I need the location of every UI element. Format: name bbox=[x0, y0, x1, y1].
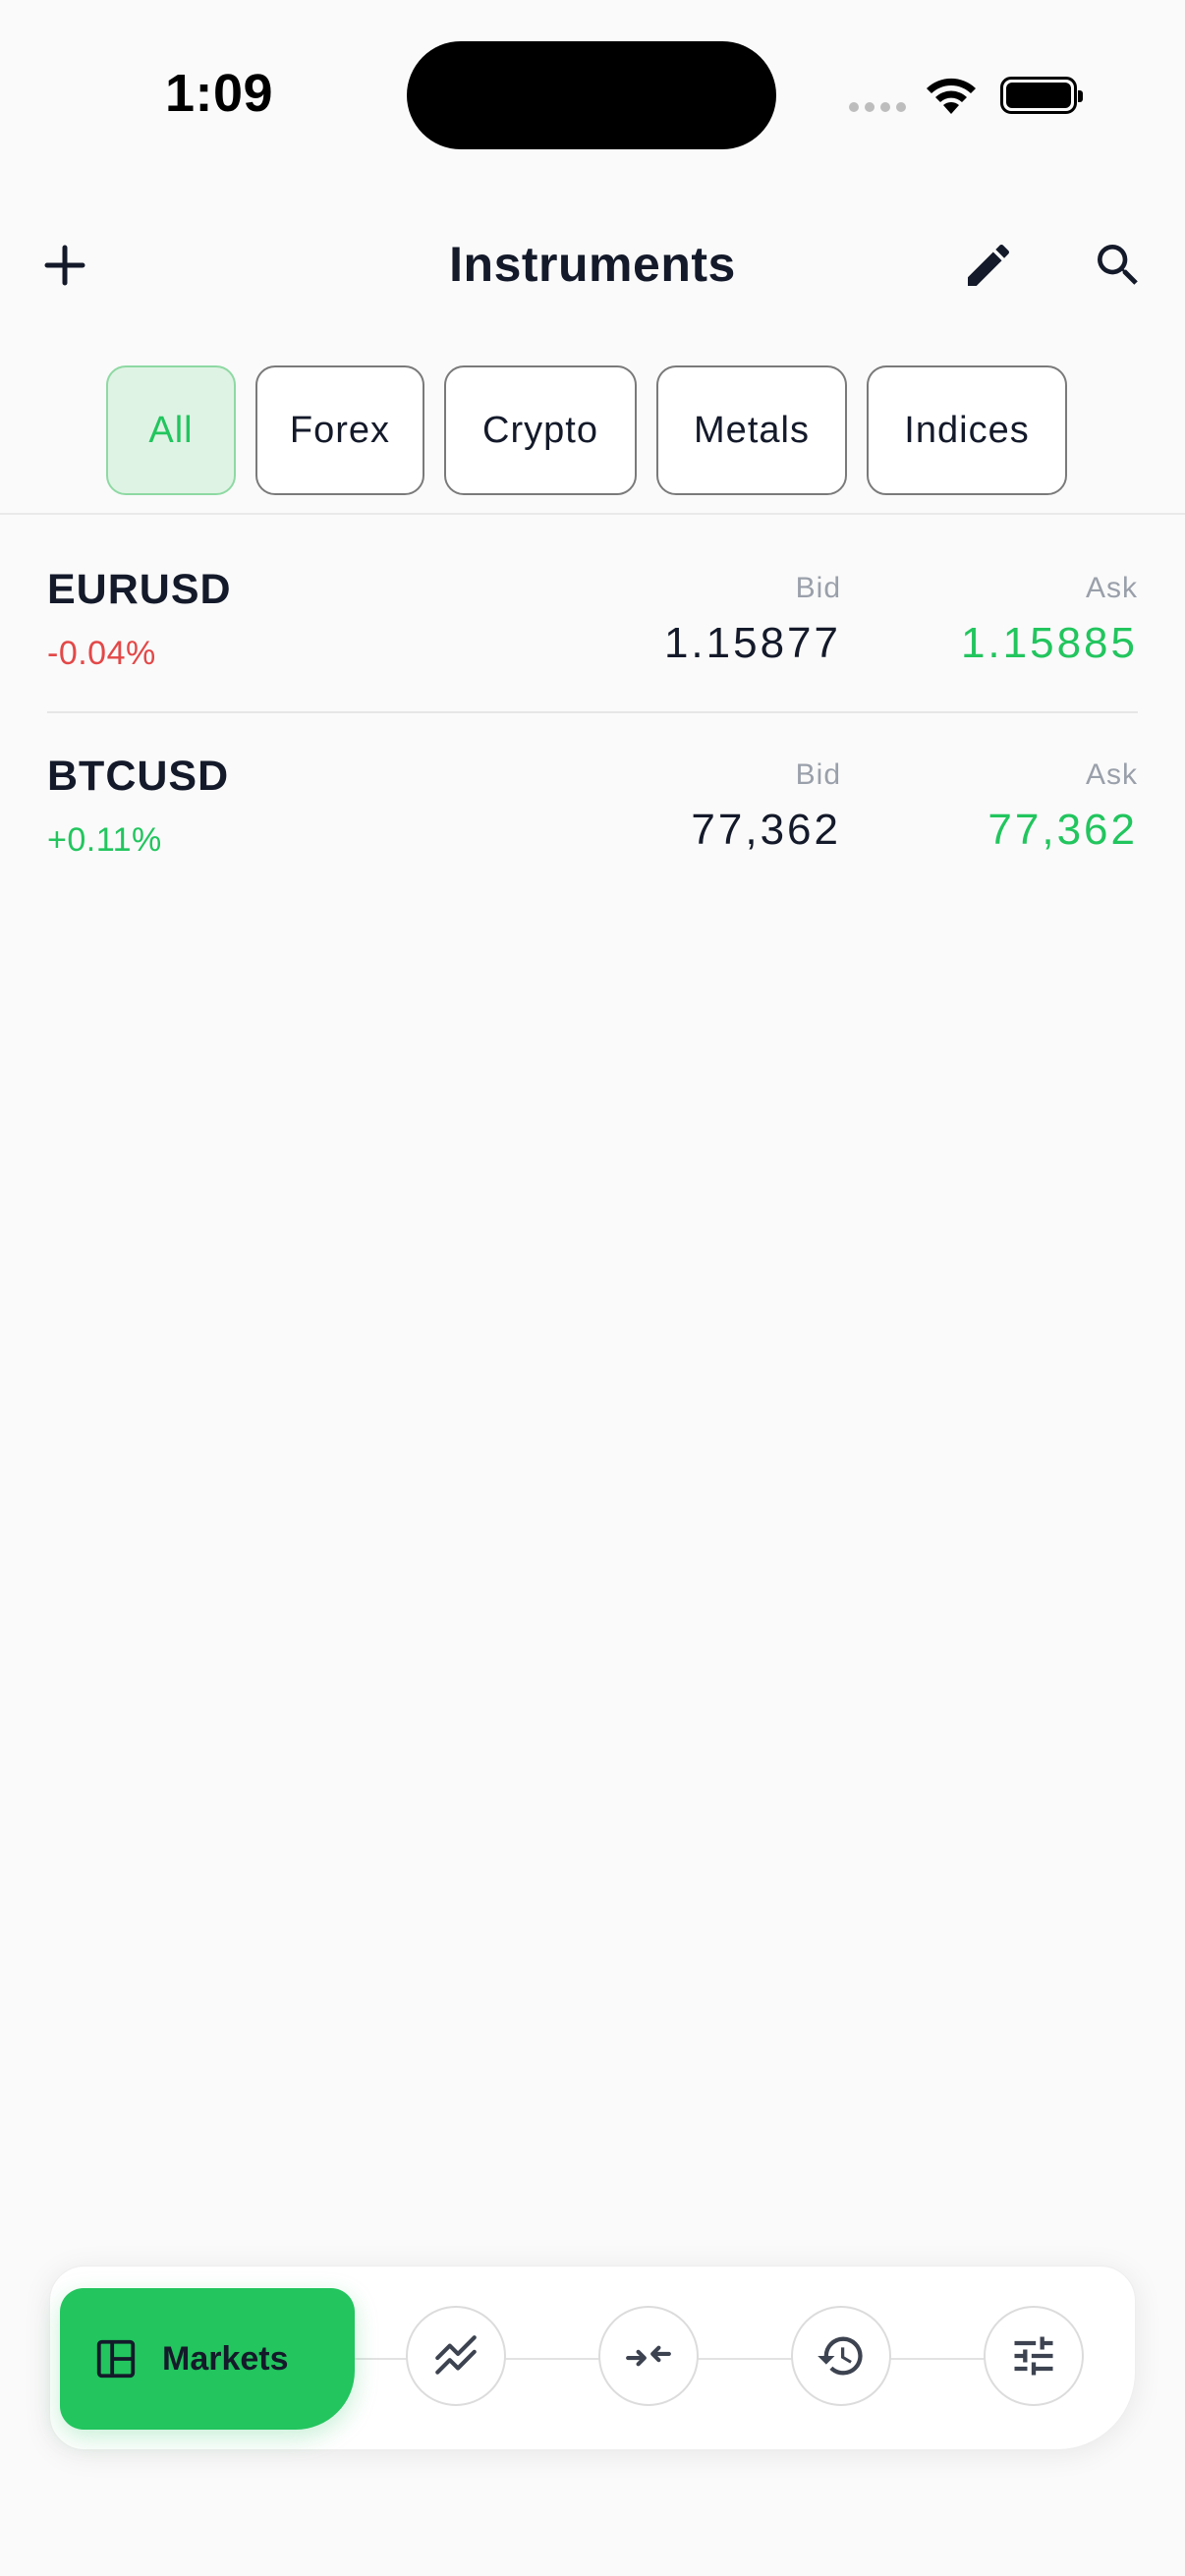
ask-label: Ask bbox=[1085, 572, 1138, 604]
instrument-change: -0.04% bbox=[47, 635, 156, 672]
ask-price: 77,362 bbox=[988, 806, 1138, 854]
nav-tab-settings[interactable] bbox=[984, 2306, 1084, 2406]
filter-chip-crypto[interactable]: Crypto bbox=[444, 365, 637, 495]
chart-icon bbox=[435, 2335, 477, 2375]
history-icon bbox=[818, 2336, 863, 2376]
ask-label: Ask bbox=[1085, 758, 1138, 791]
instrument-row[interactable]: BTCUSD +0.11% Bid 77,362 Ask 77,362 bbox=[47, 715, 1138, 902]
instrument-symbol: EURUSD bbox=[47, 566, 232, 613]
bid-label: Bid bbox=[795, 758, 841, 791]
search-icon bbox=[1098, 245, 1138, 285]
nav-tab-markets[interactable]: Markets bbox=[60, 2288, 355, 2430]
instruments-screen: 1:09 Instruments All Forex Crypto Metals… bbox=[0, 0, 1185, 2576]
ask-price: 1.15885 bbox=[960, 619, 1138, 667]
cellular-signal-icon bbox=[849, 102, 906, 112]
battery-icon bbox=[1000, 77, 1083, 114]
settings-icon bbox=[1014, 2336, 1053, 2376]
instrument-row[interactable]: EURUSD -0.04% Bid 1.15877 Ask 1.15885 bbox=[47, 529, 1138, 715]
trade-icon bbox=[626, 2345, 671, 2367]
bid-price: 1.15877 bbox=[663, 619, 841, 667]
dynamic-island bbox=[407, 41, 776, 149]
instrument-symbol: BTCUSD bbox=[47, 753, 230, 800]
nav-tab-history[interactable] bbox=[791, 2306, 891, 2406]
filter-chip-forex[interactable]: Forex bbox=[255, 365, 424, 495]
row-divider bbox=[47, 711, 1138, 713]
filter-chip-all[interactable]: All bbox=[106, 365, 236, 495]
nav-tab-trade[interactable] bbox=[598, 2306, 699, 2406]
search-button[interactable] bbox=[1083, 230, 1154, 301]
status-time: 1:09 bbox=[165, 64, 274, 123]
edit-button[interactable] bbox=[953, 230, 1024, 301]
category-filter-bar: All Forex Crypto Metals Indices bbox=[106, 365, 1067, 495]
nav-tab-chart[interactable] bbox=[406, 2306, 506, 2406]
markets-icon bbox=[96, 2339, 136, 2379]
filter-chip-indices[interactable]: Indices bbox=[867, 365, 1067, 495]
nav-tab-markets-label: Markets bbox=[162, 2339, 289, 2378]
instrument-change: +0.11% bbox=[47, 821, 162, 859]
bottom-navigation: Markets bbox=[49, 2266, 1136, 2450]
bid-price: 77,362 bbox=[691, 806, 841, 854]
bid-label: Bid bbox=[795, 572, 841, 604]
pencil-icon bbox=[968, 244, 1010, 286]
header-divider bbox=[0, 513, 1185, 515]
wifi-icon bbox=[927, 78, 976, 114]
filter-chip-metals[interactable]: Metals bbox=[656, 365, 847, 495]
